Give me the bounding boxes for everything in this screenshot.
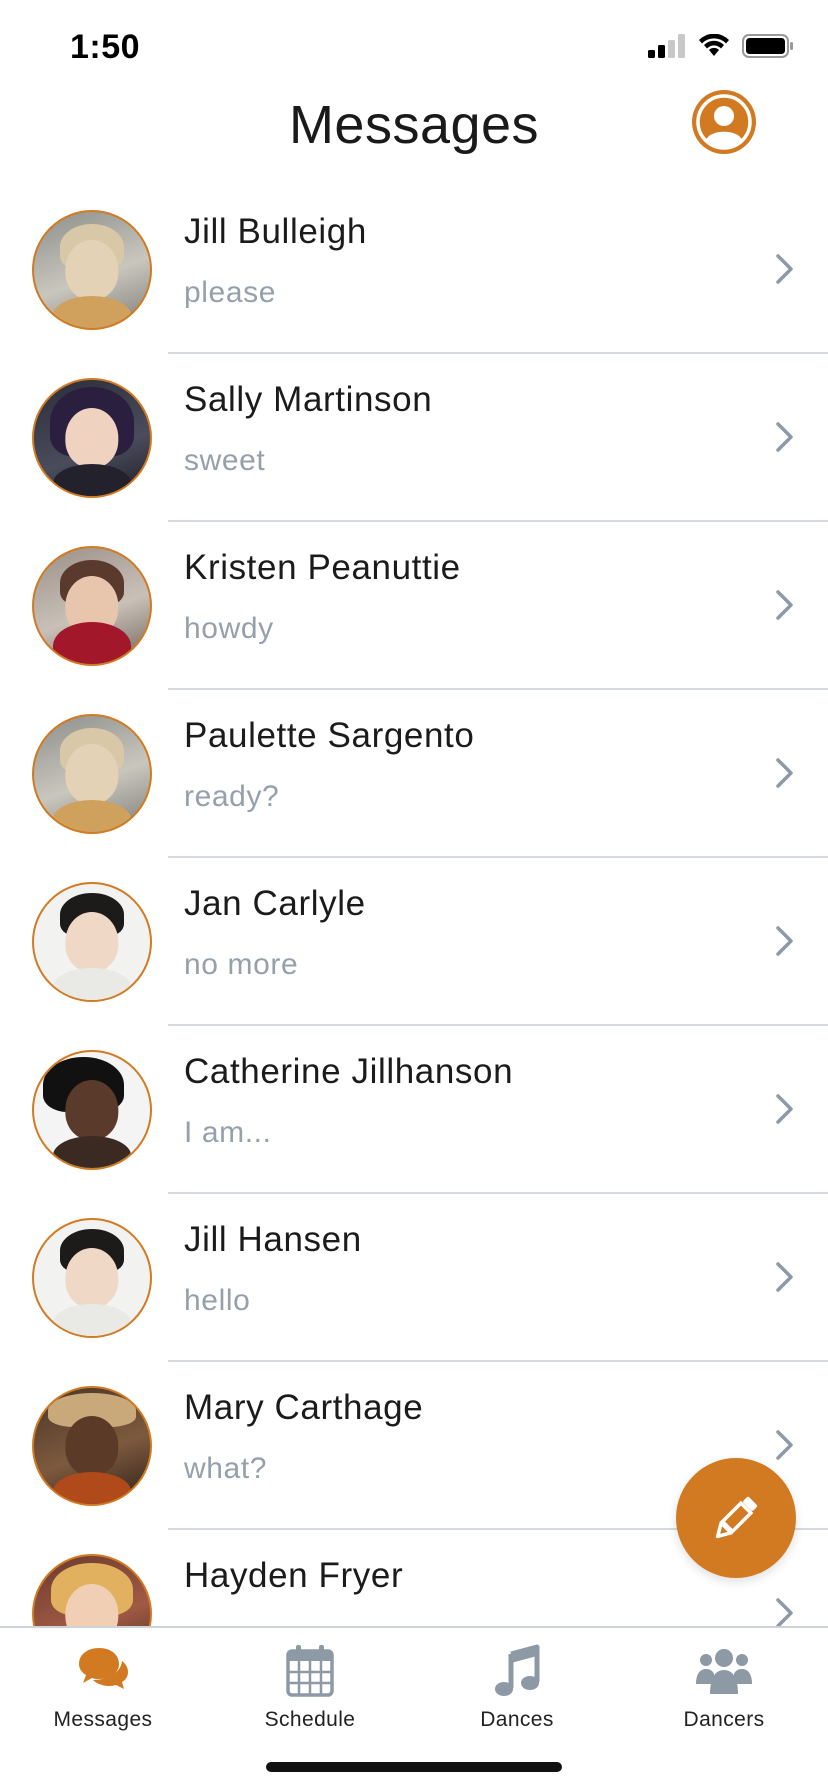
contact-name: Paulette Sargento [184, 716, 475, 755]
chevron-right-icon [776, 1262, 793, 1292]
message-preview: I am... [184, 1116, 272, 1149]
chevron-right-icon [776, 254, 793, 284]
chevron-right-icon [776, 1430, 793, 1460]
chat-bubbles-icon [79, 1648, 128, 1689]
pencil-icon [715, 1496, 758, 1539]
tab-label: Dancers [683, 1708, 765, 1731]
group-icon [696, 1649, 752, 1694]
music-note-icon [495, 1644, 540, 1696]
tab-dances[interactable]: Dances [427, 1640, 607, 1750]
contact-name: Kristen Peanuttie [184, 548, 461, 587]
contact-name: Jan Carlyle [184, 884, 366, 923]
avatar [32, 1554, 152, 1626]
avatar [32, 882, 152, 1002]
contact-name: Mary Carthage [184, 1388, 424, 1427]
chevron-right-icon [776, 1094, 793, 1124]
message-preview: ready? [184, 780, 280, 813]
conversation-row[interactable]: Sally Martinson sweet [0, 354, 828, 522]
status-time: 1:50 [70, 28, 141, 66]
message-preview: please [184, 276, 277, 309]
battery-icon [742, 34, 793, 58]
user-profile-icon [696, 94, 752, 150]
chevron-right-icon [776, 1598, 793, 1626]
avatar [32, 714, 152, 834]
home-indicator [266, 1762, 562, 1772]
chevron-right-icon [776, 590, 793, 620]
cellular-signal-icon [648, 34, 685, 58]
avatar [32, 546, 152, 666]
contact-name: Jill Bulleigh [184, 212, 367, 251]
conversation-row[interactable]: Catherine Jillhanson I am... [0, 1026, 828, 1194]
tab-schedule[interactable]: Schedule [220, 1640, 400, 1750]
status-bar: 1:50 [0, 0, 828, 90]
message-preview: howdy [184, 612, 274, 645]
conversation-row[interactable]: Jill Bulleigh please [0, 186, 828, 354]
header: Messages [0, 90, 828, 190]
message-preview: no more [184, 948, 299, 981]
message-preview: what? [184, 1452, 268, 1485]
tab-label: Dances [480, 1708, 554, 1731]
avatar [32, 1386, 152, 1506]
message-preview: sweet [184, 444, 266, 477]
chevron-right-icon [776, 758, 793, 788]
calendar-icon [286, 1645, 334, 1697]
tab-label: Messages [53, 1708, 153, 1731]
avatar [32, 1218, 152, 1338]
compose-button[interactable] [676, 1458, 796, 1578]
conversation-row[interactable]: Paulette Sargento ready? [0, 690, 828, 858]
conversation-row[interactable]: Jan Carlyle no more [0, 858, 828, 1026]
profile-button[interactable] [692, 90, 756, 154]
contact-name: Jill Hansen [184, 1220, 362, 1259]
contact-name: Hayden Fryer [184, 1556, 404, 1595]
tab-label: Schedule [264, 1708, 356, 1731]
tab-messages[interactable]: Messages [13, 1640, 193, 1750]
wifi-icon [699, 34, 729, 56]
contact-name: Catherine Jillhanson [184, 1052, 514, 1091]
avatar [32, 1050, 152, 1170]
chevron-right-icon [776, 422, 793, 452]
message-preview: hello [184, 1284, 251, 1317]
avatar [32, 378, 152, 498]
conversation-list: Jill Bulleigh please Sally Martinson swe… [0, 186, 828, 1626]
contact-name: Sally Martinson [184, 380, 433, 419]
conversation-row[interactable]: Jill Hansen hello [0, 1194, 828, 1362]
chevron-right-icon [776, 926, 793, 956]
tab-dancers[interactable]: Dancers [634, 1640, 814, 1750]
conversation-row[interactable]: Kristen Peanuttie howdy [0, 522, 828, 690]
avatar [32, 210, 152, 330]
status-icons [648, 34, 794, 58]
